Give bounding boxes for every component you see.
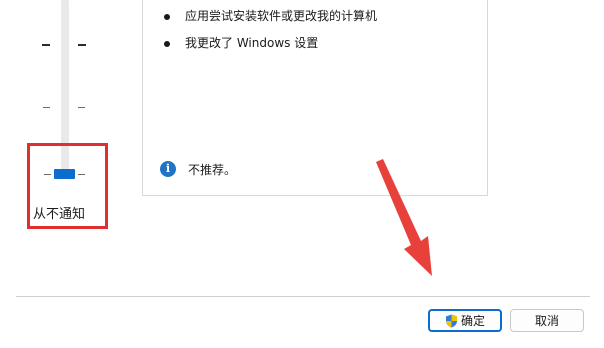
recommendation-row: i 不推荐。 bbox=[160, 160, 236, 178]
slider-tick-right bbox=[78, 107, 85, 108]
ok-button[interactable]: 确定 bbox=[428, 309, 502, 332]
bullet-dot-icon bbox=[164, 14, 170, 20]
slider-tick-left bbox=[43, 107, 50, 108]
cancel-button-label: 取消 bbox=[534, 314, 559, 328]
uac-level-slider[interactable]: 从不通知 bbox=[0, 0, 140, 290]
bullet-dot-icon bbox=[164, 41, 170, 47]
list-item-text: 应用尝试安装软件或更改我的计算机 bbox=[185, 9, 378, 23]
arrow-icon bbox=[376, 159, 432, 276]
red-arrow-annotation bbox=[376, 159, 432, 276]
list-item-text: 我更改了 Windows 设置 bbox=[185, 36, 319, 50]
footer-divider bbox=[16, 296, 590, 297]
highlight-box bbox=[27, 143, 108, 229]
info-icon: i bbox=[160, 161, 176, 177]
ok-button-label: 确定 bbox=[460, 314, 485, 328]
list-item: 我更改了 Windows 设置 bbox=[164, 35, 377, 62]
description-list: 应用尝试安装软件或更改我的计算机 我更改了 Windows 设置 bbox=[164, 8, 377, 62]
slider-tick-right bbox=[78, 44, 86, 46]
slider-tick-left bbox=[42, 44, 50, 46]
list-item: 应用尝试安装软件或更改我的计算机 bbox=[164, 8, 377, 35]
cancel-button[interactable]: 取消 bbox=[510, 309, 584, 332]
recommendation-text: 不推荐。 bbox=[188, 162, 237, 177]
uac-shield-icon bbox=[445, 314, 458, 328]
